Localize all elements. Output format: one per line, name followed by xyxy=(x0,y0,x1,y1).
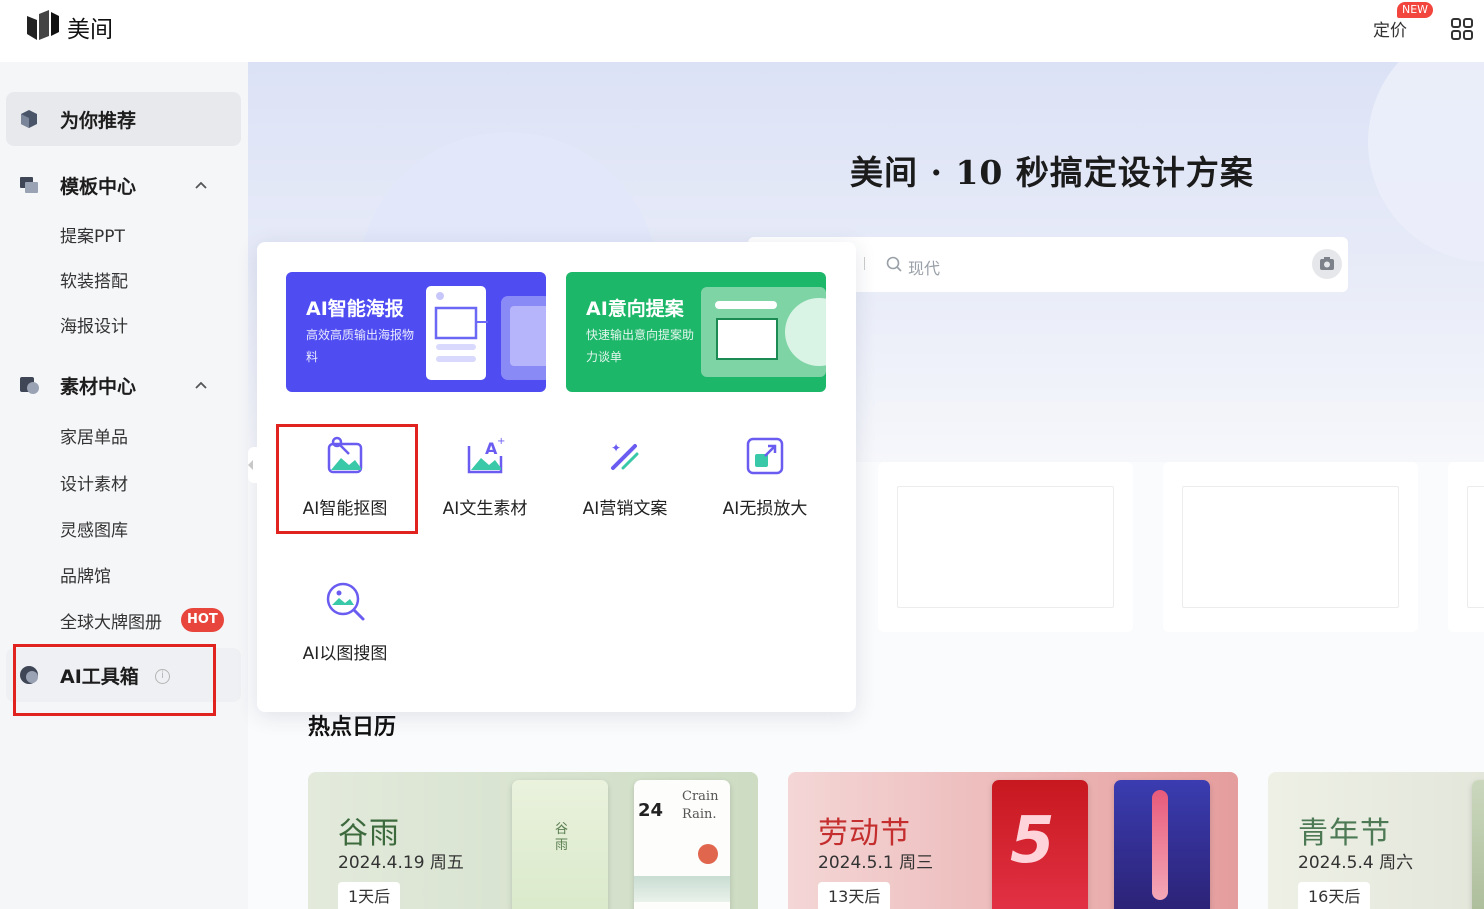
sidebar-item-brand-hall[interactable]: 品牌馆 xyxy=(60,562,111,587)
sidebar-label-template-center: 模板中心 xyxy=(60,176,137,198)
sidebar-item-soft-furnishing[interactable]: 软装搭配 xyxy=(60,267,128,292)
sidebar-item-template-center[interactable]: 模板中心 xyxy=(6,158,241,212)
calendar-card-labor-day[interactable]: 劳动节 2024.5.1 周三 13天后 5 xyxy=(788,772,1238,909)
poster-text: 谷雨 xyxy=(555,822,569,853)
brand-name: 美间 xyxy=(67,17,113,43)
calendar-card-guyu[interactable]: 谷雨 2024.4.19 周五 1天后 谷雨 24 Crain Rain. xyxy=(308,772,758,909)
event-date: 2024.4.19 周五 xyxy=(338,853,464,873)
poster-text: 5 xyxy=(1010,804,1055,878)
poster-thumbnail: 5 xyxy=(992,780,1088,909)
search-input[interactable]: 现代 xyxy=(908,255,940,279)
svg-text:✦: ✦ xyxy=(611,441,621,455)
brand-logo[interactable]: 美间 xyxy=(27,10,113,44)
upscale-icon xyxy=(746,437,784,475)
recommend-icon xyxy=(21,110,37,128)
sidebar-item-home-products[interactable]: 家居单品 xyxy=(60,423,128,448)
tool-ai-text-to-material[interactable]: A + AI文生素材 xyxy=(415,422,555,532)
material-icon xyxy=(20,377,39,394)
search-icon xyxy=(886,256,902,272)
text-to-image-icon: A + xyxy=(467,436,505,474)
scissors-image-icon xyxy=(327,436,363,474)
countdown-badge: 13天后 xyxy=(818,882,891,909)
event-name: 谷雨 xyxy=(338,816,400,851)
search-divider xyxy=(864,257,865,270)
tool-label: AI无损放大 xyxy=(722,499,808,519)
poster-text: Crain Rain. xyxy=(682,789,719,822)
image-search-icon xyxy=(326,582,365,621)
proposal-illustration-icon xyxy=(701,287,826,377)
poster-thumbnail xyxy=(1114,780,1210,909)
poster-text: 24 xyxy=(638,800,664,821)
sidebar: 为你推荐 模板中心 提案PPT 软装搭配 海报设计 素材中心 家居单品 设计素材… xyxy=(0,62,248,909)
sidebar-label-recommend: 为你推荐 xyxy=(60,110,137,132)
chevron-up-icon[interactable] xyxy=(194,378,208,392)
card-thumbnail xyxy=(1467,486,1484,608)
tool-label: AI文生素材 xyxy=(442,499,528,519)
sidebar-item-poster-design[interactable]: 海报设计 xyxy=(60,312,128,337)
countdown-badge: 1天后 xyxy=(338,882,401,909)
hero-title: 美间 · 10 秒搞定设计方案 xyxy=(850,153,1254,192)
event-name: 青年节 xyxy=(1298,816,1391,851)
poster-thumbnail: 谷雨 xyxy=(512,780,608,909)
countdown-badge: 16天后 xyxy=(1298,882,1371,909)
feature-desc: 快速输出意向提案助力谈单 xyxy=(586,328,695,364)
sidebar-item-ai-toolbox[interactable]: AI工具箱 i xyxy=(6,648,241,702)
hot-calendar-title: 热点日历 xyxy=(308,715,397,740)
poster-thumbnail: 24 Crain Rain. xyxy=(634,780,730,909)
magic-pen-icon: ✦ xyxy=(611,441,639,470)
apps-grid-icon[interactable] xyxy=(1451,18,1473,40)
pricing-link[interactable]: 定价 xyxy=(1373,16,1407,41)
sidebar-item-material-center[interactable]: 素材中心 xyxy=(6,358,241,412)
popup-pointer xyxy=(248,447,260,483)
poster-hills xyxy=(634,876,730,902)
ai-tools-popup: AI智能海报 高效高质输出海报物料 AI意向提案 快速输出意向提案助力谈单 AI… xyxy=(248,242,856,712)
top-bar: 美间 定价 NEW xyxy=(0,0,1484,62)
new-badge: NEW xyxy=(1397,2,1434,18)
feature-card-ai-proposal[interactable]: AI意向提案 快速输出意向提案助力谈单 xyxy=(566,272,826,392)
tool-ai-lossless-upscale[interactable]: AI无损放大 xyxy=(695,422,835,532)
template-icon xyxy=(20,177,38,193)
feature-title: AI意向提案 xyxy=(586,298,684,320)
content-card[interactable] xyxy=(878,462,1133,632)
card-thumbnail xyxy=(897,486,1114,608)
sun-icon xyxy=(698,844,718,864)
sidebar-label-material-center: 素材中心 xyxy=(60,376,137,398)
tool-label: AI营销文案 xyxy=(582,499,668,519)
card-thumbnail xyxy=(1182,486,1399,608)
tool-label: AI以图搜图 xyxy=(302,644,388,664)
poster-shape xyxy=(1152,790,1168,900)
event-name: 劳动节 xyxy=(818,816,911,851)
info-icon[interactable]: i xyxy=(155,669,170,684)
image-search-button[interactable] xyxy=(1312,249,1342,279)
tool-ai-image-search[interactable]: AI以图搜图 xyxy=(275,567,415,677)
event-date: 2024.5.1 周三 xyxy=(818,853,934,873)
tool-ai-cutout[interactable]: AI智能抠图 xyxy=(275,422,415,532)
camera-icon xyxy=(1320,257,1334,270)
poster-thumbnail xyxy=(1472,780,1484,909)
tool-ai-marketing-copy[interactable]: ✦ AI营销文案 xyxy=(555,422,695,532)
sidebar-item-inspiration-gallery[interactable]: 灵感图库 xyxy=(60,516,128,541)
sidebar-item-design-materials[interactable]: 设计素材 xyxy=(60,470,128,495)
calendar-card-youth-day[interactable]: 青年节 2024.5.4 周六 16天后 xyxy=(1268,772,1484,909)
feature-card-ai-poster[interactable]: AI智能海报 高效高质输出海报物料 xyxy=(286,272,546,392)
content-card[interactable] xyxy=(1448,462,1484,632)
feature-desc: 高效高质输出海报物料 xyxy=(306,328,415,364)
tool-label: AI智能抠图 xyxy=(302,499,388,519)
chevron-up-icon[interactable] xyxy=(194,178,208,192)
poster-illustration-icon xyxy=(426,286,546,380)
event-date: 2024.5.4 周六 xyxy=(1298,853,1414,873)
sidebar-label-ai-toolbox: AI工具箱 xyxy=(60,666,139,688)
hero-decoration xyxy=(1368,62,1484,262)
content-card[interactable] xyxy=(1163,462,1418,632)
sidebar-item-recommend[interactable]: 为你推荐 xyxy=(6,92,241,146)
sidebar-item-proposal-ppt[interactable]: 提案PPT xyxy=(60,222,125,247)
ai-toolbox-icon xyxy=(20,666,38,684)
svg-text:+: + xyxy=(497,436,505,447)
brand-logo-icon xyxy=(27,10,59,40)
sidebar-item-global-brand-catalog[interactable]: 全球大牌图册 xyxy=(60,608,162,633)
hot-badge: HOT xyxy=(181,608,224,632)
feature-title: AI智能海报 xyxy=(306,298,404,320)
